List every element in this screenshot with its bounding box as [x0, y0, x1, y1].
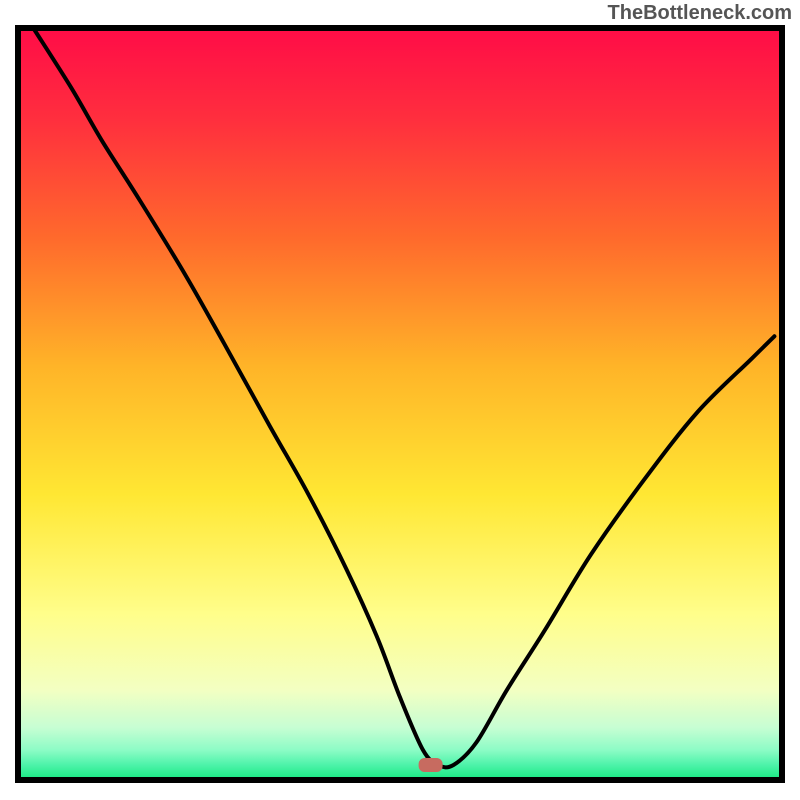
chart-container: TheBottleneck.com [0, 0, 800, 800]
bottleneck-chart [0, 0, 800, 800]
plot-background [18, 28, 782, 780]
optimal-point-marker [419, 758, 443, 772]
watermark-label: TheBottleneck.com [608, 2, 792, 25]
